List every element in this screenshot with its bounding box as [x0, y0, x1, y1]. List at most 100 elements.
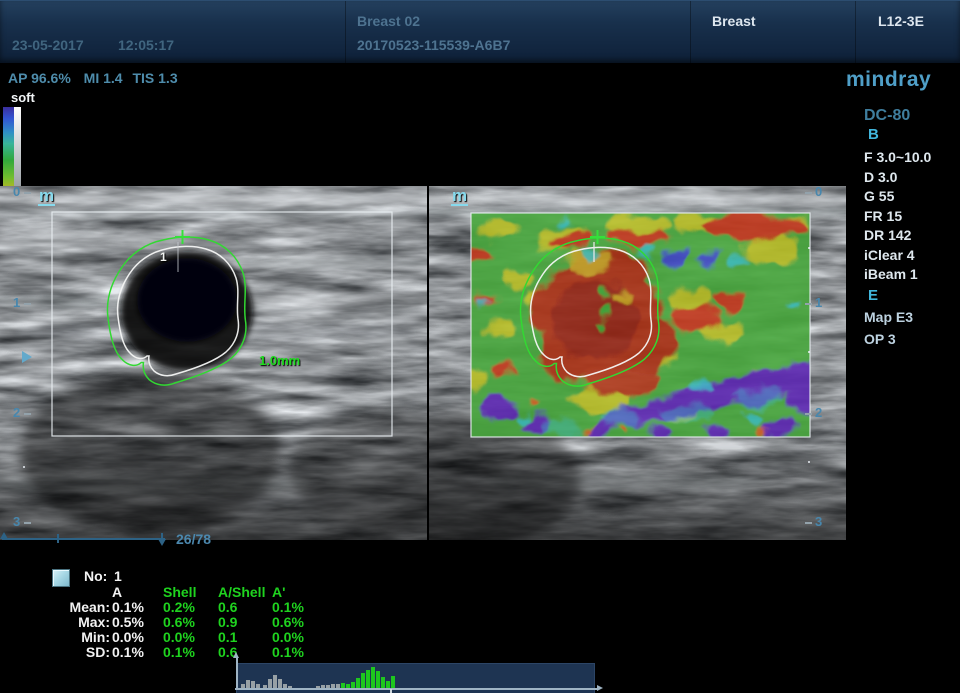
cine-position-arrow-icon[interactable] — [158, 539, 166, 546]
bmode-label: B — [868, 126, 879, 143]
cine-scrollbar[interactable] — [2, 538, 165, 540]
mi-value: MI 1.4 — [84, 70, 123, 86]
cine-mark-tick[interactable] — [57, 534, 59, 543]
param-op: OP 3 — [864, 329, 913, 351]
row-label: Max: — [30, 615, 110, 630]
row-label: Mean: — [30, 600, 110, 615]
elasto-params: Map E3 OP 3 — [864, 307, 913, 350]
acoustic-output-readout: AP 96.6% MI 1.4 TIS 1.3 — [8, 70, 178, 86]
cell-value: 0.6% — [272, 615, 304, 630]
histogram-bar — [278, 679, 282, 688]
ruler-tick — [805, 192, 812, 194]
param-iclear: iClear 4 — [864, 246, 931, 266]
table-row-sd: SD: 0.1% 0.1% 0.6 0.1% — [0, 645, 400, 660]
histogram-bar — [391, 676, 395, 688]
system-model: DC-80 — [864, 107, 910, 125]
results-header-row: A Shell A/Shell A' — [0, 585, 400, 600]
bmode-params: F 3.0~10.0 D 3.0 G 55 FR 15 DR 142 iClea… — [864, 148, 931, 285]
histogram-bar — [251, 681, 255, 688]
ruler-tick — [805, 303, 812, 305]
cell-value: 0.1% — [272, 600, 304, 615]
focus-marker-icon[interactable] — [22, 351, 32, 363]
ruler-half-dot — [808, 351, 810, 353]
ruler-right-0: 0 — [815, 184, 822, 199]
ruler-half-dot — [808, 461, 810, 463]
param-gain: G 55 — [864, 187, 931, 207]
ruler-left-3: 3 — [13, 514, 20, 529]
histogram-x-arrow-icon — [597, 685, 603, 691]
patient-id: 20170523-115539-A6B7 — [357, 37, 510, 53]
histogram-y-axis — [236, 657, 238, 689]
exam-date: 23-05-2017 — [12, 37, 84, 53]
topbar-divider — [690, 1, 691, 63]
elasto-overlay — [461, 203, 820, 447]
table-row-max: Max: 0.5% 0.6% 0.9 0.6% — [0, 615, 400, 630]
histogram-bar — [268, 679, 272, 688]
cell-value: 0.1% — [272, 645, 304, 660]
ruler-left-2: 2 — [13, 405, 20, 420]
result-no-label: No: — [84, 569, 107, 584]
param-frequency: F 3.0~10.0 — [864, 148, 931, 168]
ap-value: AP 96.6% — [8, 70, 71, 86]
ruler-right-3: 3 — [815, 514, 822, 529]
histogram-bar — [273, 675, 277, 688]
frame-counter: 26/78 — [176, 531, 211, 547]
cell-value: 0.1% — [163, 645, 195, 660]
cell-value: 0.1% — [112, 645, 144, 660]
ruler-half-dot — [23, 466, 25, 468]
row-label: Min: — [30, 630, 110, 645]
cine-start-marker[interactable] — [0, 532, 8, 539]
cell-value: 0.1 — [218, 630, 237, 645]
cell-value: 0.9 — [218, 615, 237, 630]
ruler-tick — [24, 192, 31, 194]
row-label: SD: — [30, 645, 110, 660]
ruler-left-0: 0 — [13, 184, 20, 199]
exam-name: Breast 02 — [357, 13, 420, 29]
topbar-divider — [345, 1, 346, 63]
probe-name: L12-3E — [878, 13, 924, 29]
table-row-min: Min: 0.0% 0.0% 0.1 0.0% — [0, 630, 400, 645]
histogram-bar — [386, 681, 390, 688]
shell-thickness-label: 1.0mm — [259, 353, 300, 368]
histogram-bar — [381, 677, 385, 688]
histogram-y-arrow-icon — [233, 652, 239, 658]
ruler-tick — [24, 413, 31, 415]
orientation-marker-left: m — [38, 188, 55, 206]
ruler-left-1: 1 — [13, 295, 20, 310]
cell-value: 0.2% — [163, 600, 195, 615]
bmode-image — [0, 180, 427, 545]
param-depth: D 3.0 — [864, 168, 931, 188]
ruler-right-2: 2 — [815, 405, 822, 420]
orientation-marker-right: m — [451, 188, 468, 206]
elasto-mode-label: E — [868, 287, 878, 304]
param-dynamic-range: DR 142 — [864, 226, 931, 246]
ruler-tick — [805, 413, 812, 415]
cell-value: 0.0% — [163, 630, 195, 645]
param-ibeam: iBeam 1 — [864, 265, 931, 285]
ruler-tick — [24, 303, 31, 305]
histogram-bar — [356, 678, 360, 688]
elasto-soft-label: soft — [11, 90, 35, 105]
col-header-shell: Shell — [163, 585, 196, 600]
col-header-a-shell: A/Shell — [218, 585, 265, 600]
col-header-a-prime: A' — [272, 585, 285, 600]
exam-time: 12:05:17 — [118, 37, 174, 53]
cell-value: 0.6% — [163, 615, 195, 630]
histogram-bar — [361, 673, 365, 688]
cell-value: 0.0% — [272, 630, 304, 645]
result-no-value: 1 — [114, 569, 122, 584]
ultrasound-screen: 23-05-2017 12:05:17 Breast 02 20170523-1… — [0, 0, 960, 693]
tis-value: TIS 1.3 — [132, 70, 177, 86]
lesion-hypoechoic-mass — [121, 251, 253, 371]
ruler-tick — [24, 522, 31, 524]
table-row-mean: Mean: 0.1% 0.2% 0.6 0.1% — [0, 600, 400, 615]
elasto-image — [429, 180, 846, 545]
cell-value: 0.6 — [218, 600, 237, 615]
cell-value: 0.5% — [112, 615, 144, 630]
exam-preset: Breast — [712, 13, 756, 29]
top-bar: 23-05-2017 12:05:17 Breast 02 20170523-1… — [0, 0, 960, 63]
mindray-logo: mindray — [846, 68, 931, 92]
param-framerate: FR 15 — [864, 207, 931, 227]
ruler-half-dot — [808, 247, 810, 249]
ruler-right-1: 1 — [815, 295, 822, 310]
